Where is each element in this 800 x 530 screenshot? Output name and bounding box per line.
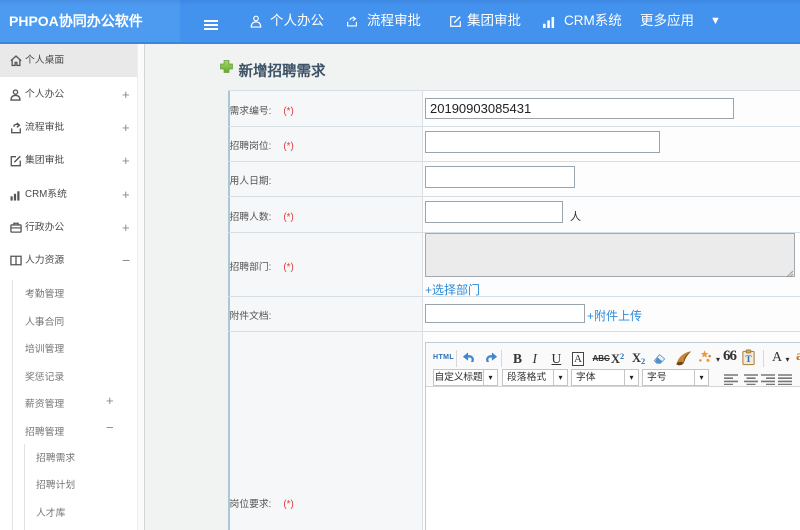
svg-text:T: T <box>745 355 752 365</box>
